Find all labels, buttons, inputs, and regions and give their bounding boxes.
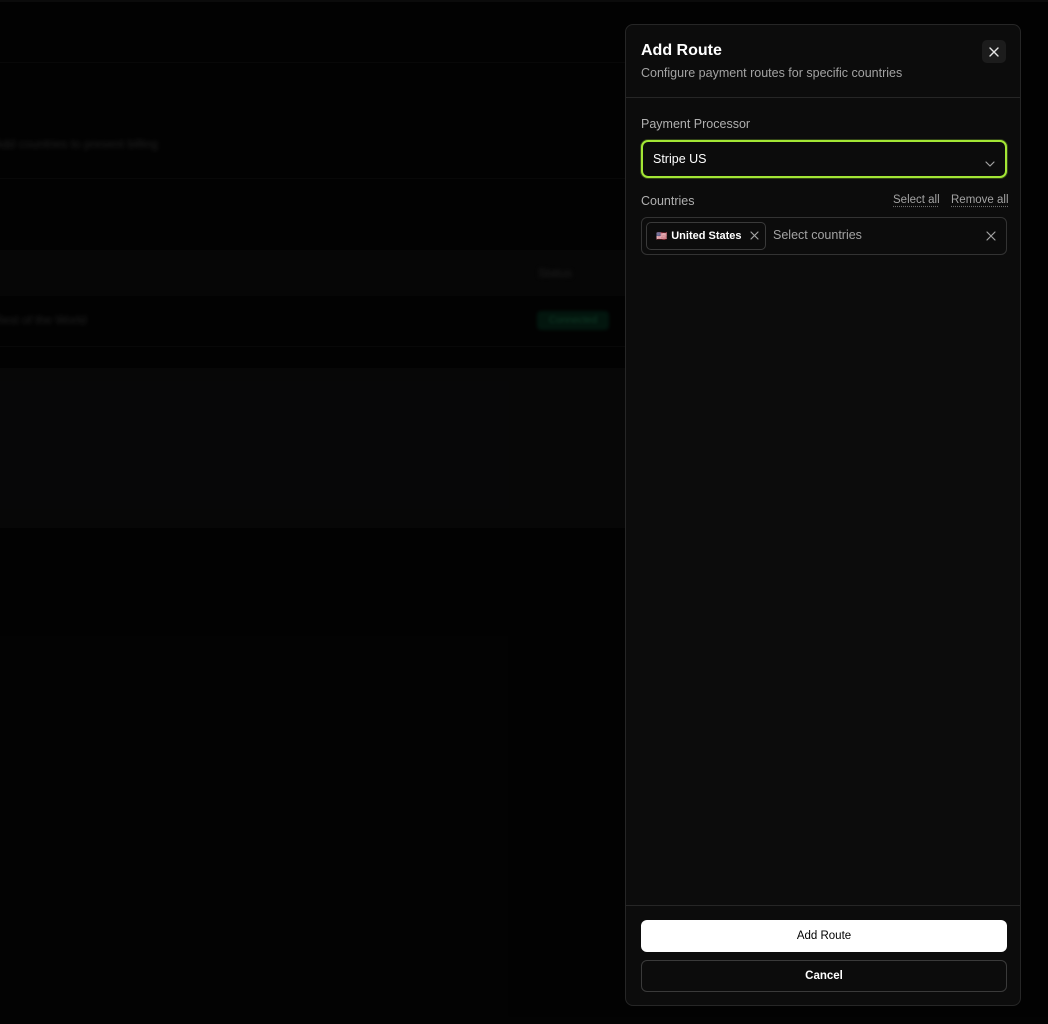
drawer-title: Add Route [641, 42, 722, 59]
countries-search-input[interactable]: Select countries [773, 228, 862, 242]
countries-multiselect[interactable]: 🇺🇸 United States Select countries [641, 217, 1007, 255]
clear-countries-icon[interactable] [986, 231, 996, 241]
add-route-button[interactable]: Add Route [641, 920, 1007, 952]
country-chip-label: United States [671, 230, 742, 242]
close-button[interactable] [982, 40, 1006, 63]
cancel-button[interactable]: Cancel [641, 960, 1007, 992]
us-flag-icon: 🇺🇸 [656, 230, 668, 241]
payment-processor-select[interactable]: Stripe US [641, 140, 1007, 178]
chevron-down-icon [985, 154, 995, 172]
drawer-subtitle: Configure payment routes for specific co… [641, 66, 903, 80]
close-icon [989, 46, 999, 57]
drawer-footer: Add Route Cancel [626, 905, 1020, 1005]
country-chip: 🇺🇸 United States [646, 222, 766, 250]
drawer-header: Add Route Configure payment routes for s… [626, 25, 1020, 98]
remove-all-button[interactable]: Remove all [951, 194, 1009, 206]
remove-chip-icon[interactable] [750, 231, 759, 240]
payment-processor-label: Payment Processor [641, 117, 751, 131]
select-all-button[interactable]: Select all [893, 194, 940, 206]
countries-label: Countries [641, 194, 695, 208]
selected-processor: Stripe US [653, 152, 707, 166]
add-route-drawer: Add Route Configure payment routes for s… [625, 24, 1021, 1006]
